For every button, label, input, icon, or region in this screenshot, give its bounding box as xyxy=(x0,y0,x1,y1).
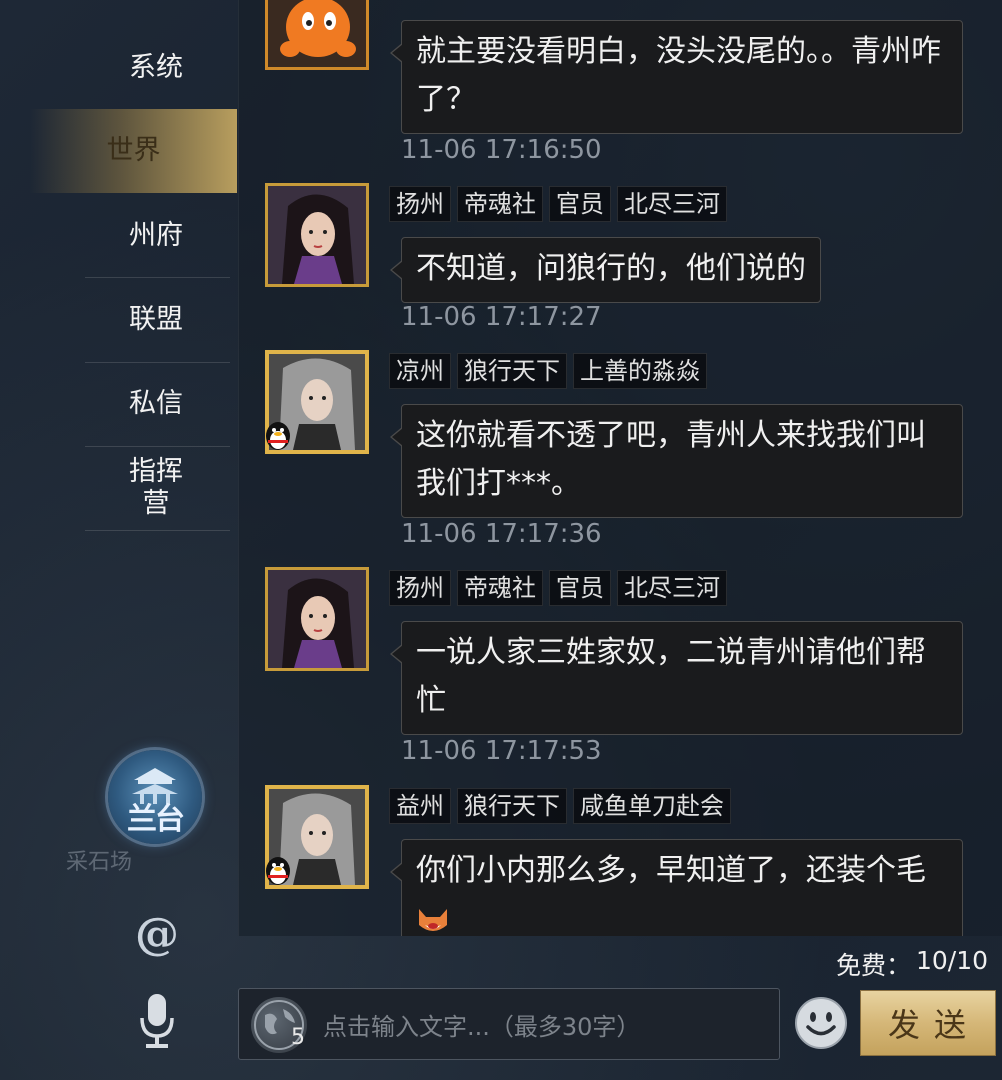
sender-tags: 扬州 帝魂社 官员 北尽三河 xyxy=(389,570,727,606)
message-bubble: 一说人家三姓家奴，二说青州请他们帮忙 xyxy=(390,621,963,735)
fox-emoji-icon xyxy=(419,908,447,931)
qq-penguin-icon xyxy=(266,422,290,450)
avatar[interactable] xyxy=(265,567,369,671)
message-timestamp: 11-06 17:17:27 xyxy=(401,302,602,332)
tab-label: 联盟 xyxy=(129,304,183,335)
tab-alliance[interactable]: 联盟 xyxy=(75,278,237,362)
hall-label: 兰台 xyxy=(127,802,185,837)
qq-penguin-icon xyxy=(266,857,290,885)
tag-state: 益州 xyxy=(389,788,451,824)
tag-player-name[interactable]: 北尽三河 xyxy=(617,570,727,606)
avatar[interactable] xyxy=(265,183,369,287)
tab-label: 私信 xyxy=(129,388,183,419)
tag-player-name[interactable]: 咸鱼单刀赴会 xyxy=(573,788,731,824)
tag-state: 扬州 xyxy=(389,186,451,222)
divider xyxy=(85,530,230,531)
orange-mascot-icon xyxy=(268,0,366,67)
message-timestamp: 11-06 17:17:53 xyxy=(401,736,602,766)
tab-world[interactable]: 世界 xyxy=(30,109,237,193)
tab-label: 世界 xyxy=(106,135,161,166)
tab-label: 州府 xyxy=(129,220,183,251)
message-text: 你们小内那么多，早知道了，还装个毛 xyxy=(416,853,926,888)
sender-tags: 凉州 狼行天下 上善的淼焱 xyxy=(389,353,707,389)
tag-alliance: 帝魂社 xyxy=(457,570,543,606)
tab-label: 指挥营 xyxy=(129,456,183,519)
channel-counter: 5 xyxy=(291,1025,305,1050)
tag-player-name[interactable]: 北尽三河 xyxy=(617,186,727,222)
female-general-portrait xyxy=(268,570,366,668)
tag-alliance: 狼行天下 xyxy=(457,788,567,824)
tab-command-camp[interactable]: 指挥营 xyxy=(75,446,237,530)
message-bubble: 你们小内那么多，早知道了，还装个毛 xyxy=(390,839,963,936)
input-placeholder: 点击输入文字...（最多30字） xyxy=(323,1013,641,1041)
lantai-hall-button[interactable]: 兰台 xyxy=(108,750,202,844)
sender-tags: 益州 狼行天下 咸鱼单刀赴会 xyxy=(389,788,731,824)
message-timestamp: 11-06 17:17:36 xyxy=(401,519,602,549)
female-general-portrait xyxy=(268,186,366,284)
tag-role: 官员 xyxy=(549,186,611,222)
tab-system[interactable]: 系统 xyxy=(75,26,237,110)
map-location-label: 采石场 xyxy=(66,850,133,875)
free-quota-value: 10/10 xyxy=(916,946,989,975)
message-bubble: 不知道，问狼行的，他们说的 xyxy=(390,237,821,303)
tab-state[interactable]: 州府 xyxy=(75,194,237,278)
message-text: 不知道，问狼行的，他们说的 xyxy=(416,251,806,286)
chat-message-list[interactable]: 就主要没看明白，没头没尾的。。青州咋了？ 11-06 17:16:50 扬州 帝… xyxy=(238,0,1002,936)
tag-player-name[interactable]: 上善的淼焱 xyxy=(573,353,707,389)
message-bubble: 就主要没看明白，没头没尾的。。青州咋了？ xyxy=(390,20,963,134)
mention-at-icon[interactable]: @ xyxy=(132,910,182,960)
message-text: 这你就看不透了吧，青州人来找我们叫我们打***。 xyxy=(416,418,926,501)
message-bubble: 这你就看不透了吧，青州人来找我们叫我们打***。 xyxy=(390,404,963,518)
emoji-smile-icon[interactable] xyxy=(794,996,848,1050)
channel-sidebar: 系统 世界 州府 联盟 私信 指挥营 采石场 兰台 @ xyxy=(0,0,238,1080)
tab-label: 系统 xyxy=(129,52,183,83)
microphone-icon[interactable] xyxy=(138,992,176,1052)
free-quota-label: 免费： xyxy=(836,951,912,980)
message-text: 就主要没看明白，没头没尾的。。青州咋了？ xyxy=(416,34,941,117)
tag-role: 官员 xyxy=(549,570,611,606)
tag-alliance: 帝魂社 xyxy=(457,186,543,222)
tag-state: 凉州 xyxy=(389,353,451,389)
sender-tags: 扬州 帝魂社 官员 北尽三河 xyxy=(389,186,727,222)
send-button[interactable]: 发送 xyxy=(860,990,996,1056)
tab-private-message[interactable]: 私信 xyxy=(75,362,237,446)
message-text: 一说人家三姓家奴，二说青州请他们帮忙 xyxy=(416,635,926,718)
chat-input-field[interactable]: 5 点击输入文字...（最多30字） xyxy=(238,988,780,1060)
tag-alliance: 狼行天下 xyxy=(457,353,567,389)
tag-state: 扬州 xyxy=(389,570,451,606)
avatar[interactable] xyxy=(265,0,369,70)
message-timestamp: 11-06 17:16:50 xyxy=(401,135,602,165)
